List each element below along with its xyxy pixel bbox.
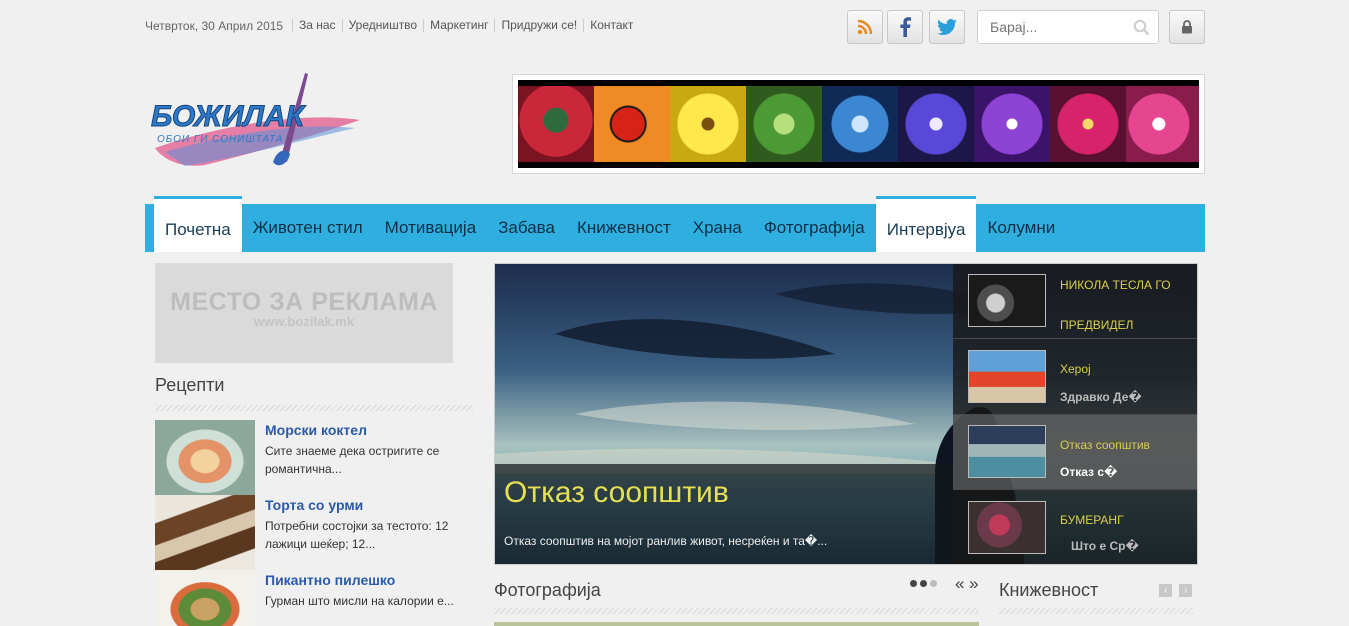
recipe-thumb[interactable] xyxy=(155,570,255,626)
banner-photo xyxy=(822,86,898,162)
banner-photo xyxy=(518,86,594,162)
literature-heading: Книжевност xyxy=(999,580,1099,600)
logo-tagline: ОБОИ ГИ СОНИШТАТА xyxy=(157,134,284,145)
current-date: Четврток, 30 Април 2015 xyxy=(145,19,284,33)
thumb-image xyxy=(968,425,1046,478)
carousel-dot[interactable] xyxy=(920,580,927,587)
recipe-title[interactable]: Пикантно пилешко xyxy=(265,572,395,588)
nav-photography[interactable]: Фотографија xyxy=(753,204,876,252)
login-button[interactable] xyxy=(1169,10,1205,44)
nav-interviews[interactable]: Интервјуа xyxy=(875,196,977,252)
link-contact[interactable]: Контакт xyxy=(583,19,639,32)
ad-title: МЕСТО ЗА РЕКЛАМА xyxy=(170,288,438,316)
main-nav: Почетна Животен стил Мотивација Забава К… xyxy=(145,196,1205,252)
recipe-title[interactable]: Торта со урми xyxy=(265,497,363,513)
slider-thumb-item[interactable]: Отказ соопштив Отказ с� xyxy=(953,415,1197,490)
banner-photo xyxy=(1126,86,1199,162)
section-divider xyxy=(999,608,1193,614)
nav-entertainment[interactable]: Забава xyxy=(487,204,566,252)
flower-strip xyxy=(518,80,1199,168)
logo-text: БОЖИЛАК xyxy=(151,100,307,133)
thumb-title-line2: ПРЕДВИДЕЛ xyxy=(1060,318,1134,332)
nav-motivation[interactable]: Мотивација xyxy=(374,204,487,252)
top-banner[interactable] xyxy=(512,74,1205,174)
nav-columns[interactable]: Колумни xyxy=(976,204,1066,252)
link-about[interactable]: За нас xyxy=(292,19,342,32)
photography-heading: Фотографија xyxy=(494,580,601,600)
recipe-excerpt: Сите знаеме дека остригите се романтична… xyxy=(265,444,440,476)
thumb-image xyxy=(968,274,1046,327)
site-logo[interactable]: БОЖИЛАК ОБОИ ГИ СОНИШТАТА xyxy=(145,70,370,175)
thumb-title: НИКОЛА ТЕСЛА ГО xyxy=(1060,278,1171,292)
featured-slider: Отказ соопштив Отказ соопштив на мојот р… xyxy=(494,263,1198,565)
recipe-item: Морски коктел Сите знаеме дека остригите… xyxy=(155,420,475,495)
slider-thumb-item[interactable]: БУМЕРАНГ Што е Ср� xyxy=(953,491,1197,564)
nav-food[interactable]: Храна xyxy=(682,204,753,252)
recipe-thumb[interactable] xyxy=(155,420,255,495)
thumb-subtitle: Здравко Де� xyxy=(1060,390,1142,404)
thumb-image xyxy=(968,501,1046,554)
nav-lifestyle[interactable]: Животен стил xyxy=(242,204,374,252)
slider-thumb-item[interactable]: НИКОЛА ТЕСЛА ГО ПРЕДВИДЕЛ xyxy=(953,264,1197,339)
search-box xyxy=(977,10,1159,44)
section-divider xyxy=(494,608,979,614)
recipe-thumb[interactable] xyxy=(155,495,255,570)
carousel-dot[interactable] xyxy=(930,580,937,587)
recipe-item: Торта со урми Потребни состојки за тесто… xyxy=(155,495,475,570)
link-editorial[interactable]: Уредништво xyxy=(341,19,424,32)
link-join[interactable]: Придружи се! xyxy=(494,19,583,32)
thumb-image xyxy=(968,350,1046,403)
link-marketing[interactable]: Маркетинг xyxy=(423,19,494,32)
banner-photo xyxy=(670,86,746,162)
banner-photo xyxy=(1050,86,1126,162)
carousel-dot[interactable] xyxy=(910,580,917,587)
recipe-excerpt: Гурман што мисли на калории е... xyxy=(265,594,454,608)
slider-thumbnails: НИКОЛА ТЕСЛА ГО ПРЕДВИДЕЛ Херој Здравко … xyxy=(953,264,1197,564)
facebook-button[interactable] xyxy=(887,10,923,44)
carousel-arrows[interactable]: « » xyxy=(955,574,979,594)
recipe-excerpt: Потребни состојки за тестото: 12 лажици … xyxy=(265,519,449,551)
thumb-title: БУМЕРАНГ xyxy=(1060,513,1124,527)
thumb-subtitle: Што е Ср� xyxy=(1071,539,1139,553)
section-divider xyxy=(155,405,473,411)
search-input[interactable] xyxy=(978,11,1128,43)
twitter-icon xyxy=(937,19,957,35)
banner-photo xyxy=(898,86,974,162)
banner-photo xyxy=(974,86,1050,162)
slide-excerpt: Отказ соопштив на мојот ранлив живот, не… xyxy=(504,534,828,548)
recipe-item: Пикантно пилешко Гурман што мисли на кал… xyxy=(155,570,475,626)
lock-icon xyxy=(1182,20,1192,34)
rss-button[interactable] xyxy=(847,10,883,44)
slider-thumb-item[interactable]: Херој Здравко Де� xyxy=(953,340,1197,415)
facebook-icon xyxy=(900,17,911,37)
page: Четврток, 30 Април 2015 За нас Уредништв… xyxy=(0,0,1349,626)
rss-icon xyxy=(857,19,873,35)
banner-photo xyxy=(746,86,822,162)
thumb-title: Отказ соопштив xyxy=(1060,438,1150,452)
banner-photo xyxy=(594,86,670,162)
nav-literature[interactable]: Книжевност xyxy=(566,204,682,252)
top-links: За нас Уредништво Маркетинг Придружи се!… xyxy=(292,19,639,32)
recipe-title[interactable]: Морски коктел xyxy=(265,422,367,438)
photography-preview[interactable] xyxy=(494,622,979,626)
ad-placeholder[interactable]: МЕСТО ЗА РЕКЛАМА www.bozilak.mk xyxy=(155,263,453,363)
recipes-heading: Рецепти xyxy=(155,375,225,395)
top-bar: Четврток, 30 Април 2015 За нас Уредништв… xyxy=(0,0,1349,52)
twitter-button[interactable] xyxy=(929,10,965,44)
slide-title[interactable]: Отказ соопштив xyxy=(504,476,729,510)
thumb-title: Херој xyxy=(1060,362,1091,376)
thumb-subtitle: Отказ с� xyxy=(1060,465,1118,479)
nav-home[interactable]: Почетна xyxy=(154,196,242,252)
carousel-dots xyxy=(910,580,937,587)
next-button[interactable]: › xyxy=(1179,584,1192,597)
slide-caption: Отказ соопштив Отказ соопштив на мојот р… xyxy=(495,464,953,564)
search-icon[interactable] xyxy=(1133,19,1150,36)
prev-button[interactable]: ‹ xyxy=(1159,584,1172,597)
